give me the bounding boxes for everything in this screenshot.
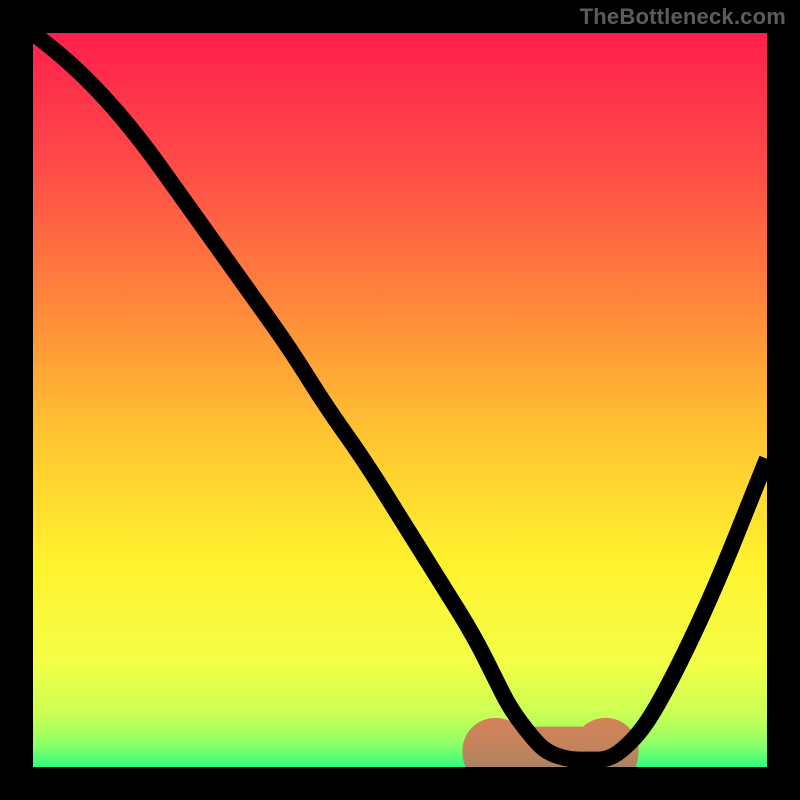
bottleneck-curve bbox=[33, 33, 767, 760]
curve-layer bbox=[33, 33, 767, 767]
watermark-text: TheBottleneck.com bbox=[580, 4, 786, 30]
chart-frame: TheBottleneck.com bbox=[0, 0, 800, 800]
plot-area bbox=[33, 33, 767, 767]
